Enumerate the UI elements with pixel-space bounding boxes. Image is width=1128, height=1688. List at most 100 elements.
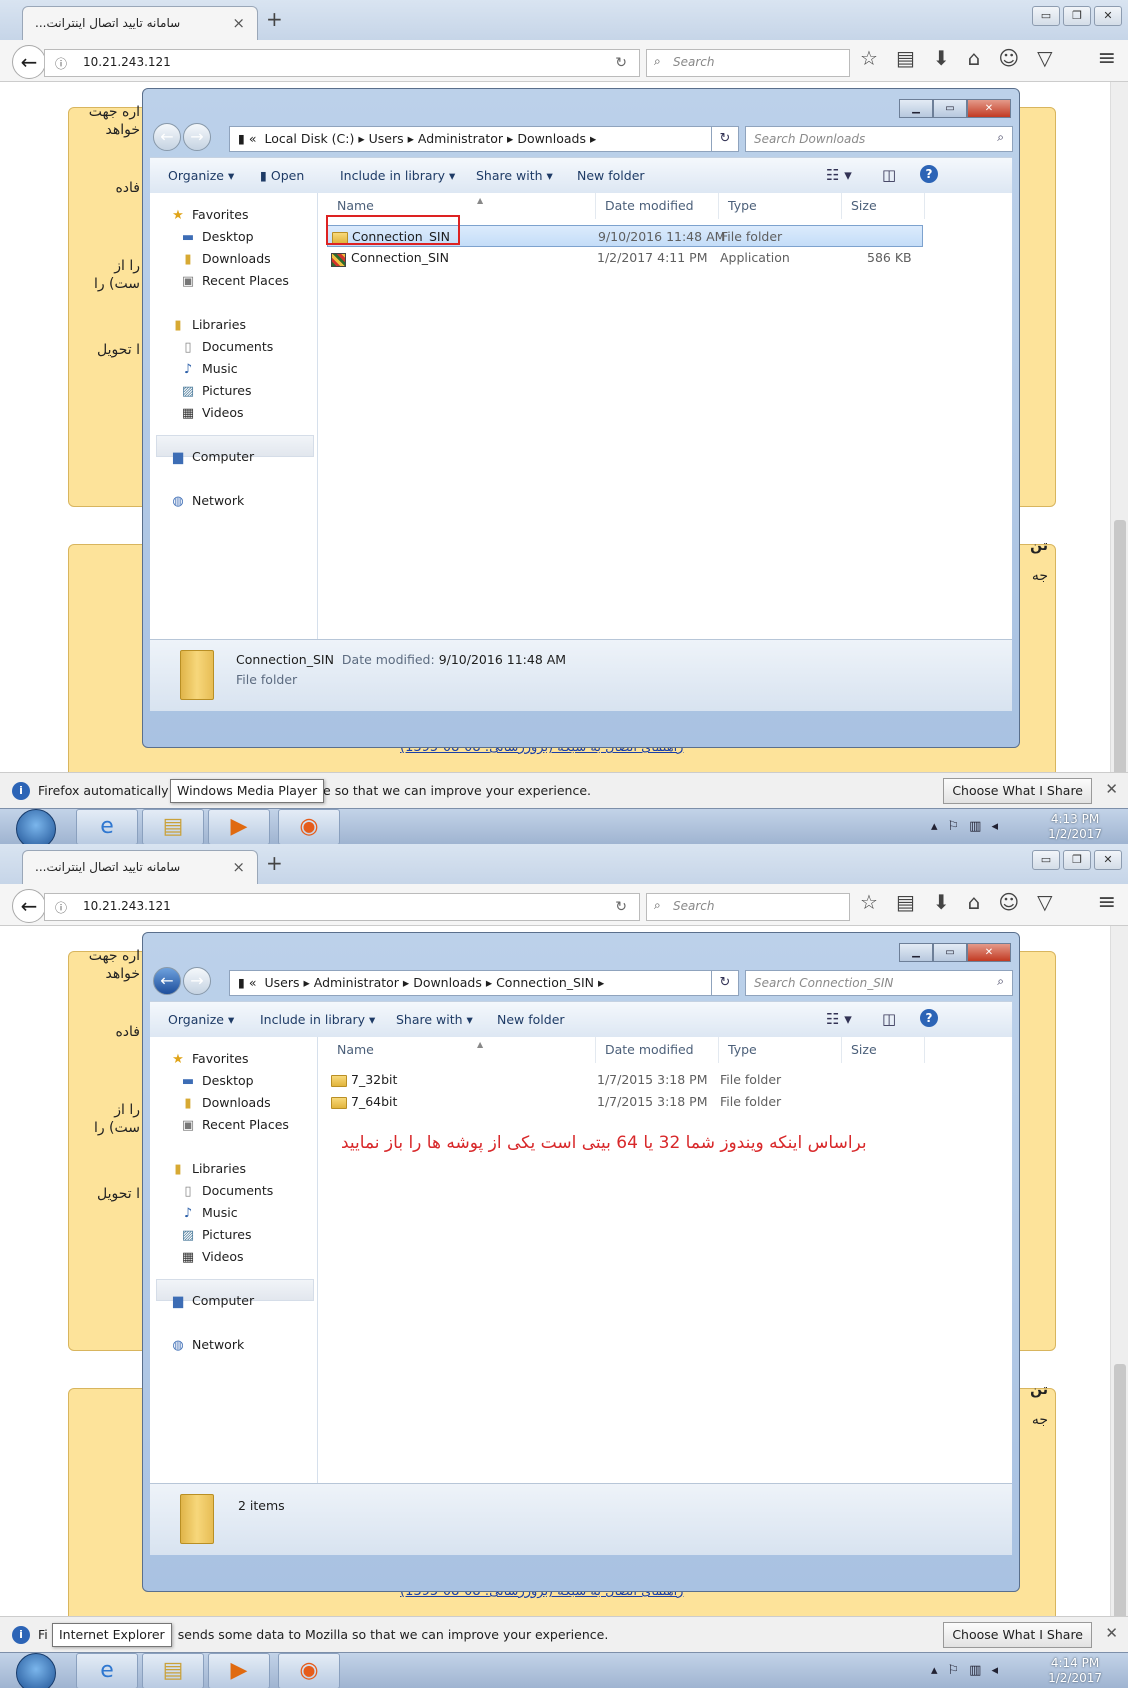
view-options-icon[interactable]: ☷ ▾ xyxy=(826,1010,852,1028)
explorer-maximize-button[interactable]: ▭ xyxy=(933,99,967,118)
choose-what-i-share-button[interactable]: Choose What I Share xyxy=(943,778,1092,804)
reading-list-icon[interactable]: ▤ xyxy=(896,890,915,914)
column-header-name[interactable]: Name ▲ xyxy=(337,1040,483,1057)
nav-desktop[interactable]: ▬ Desktop xyxy=(180,229,254,245)
system-tray-icons[interactable]: ▴⚐▥◂ xyxy=(931,1663,1008,1678)
nav-favorites[interactable]: ★ Favorites xyxy=(170,1051,248,1067)
nav-downloads[interactable]: ▮ Downloads xyxy=(180,251,270,267)
organize-button[interactable]: Organize ▾ xyxy=(168,1012,234,1027)
chat-icon[interactable]: ☺ xyxy=(998,46,1019,70)
breadcrumb-item[interactable]: Users xyxy=(369,131,404,146)
column-header-size[interactable]: Size xyxy=(851,198,877,213)
new-tab-icon[interactable]: + xyxy=(266,851,283,875)
help-icon[interactable]: ? xyxy=(920,165,938,183)
preview-pane-icon[interactable]: ◫ xyxy=(882,1010,896,1028)
taskbar-clock[interactable]: 4:14 PM 1/2/2017 xyxy=(1048,1656,1102,1686)
nav-computer[interactable]: ▆ Computer xyxy=(170,1293,254,1309)
download-icon[interactable]: ⬇ xyxy=(933,890,950,914)
breadcrumb-overflow[interactable]: « xyxy=(249,975,257,990)
column-divider[interactable] xyxy=(718,1037,719,1063)
nav-music[interactable]: ♪ Music xyxy=(180,361,238,377)
reading-list-icon[interactable]: ▤ xyxy=(896,46,915,70)
nav-downloads[interactable]: ▮ Downloads xyxy=(180,1095,270,1111)
breadcrumb-overflow[interactable]: « xyxy=(249,131,257,146)
nav-libraries[interactable]: ▮ Libraries xyxy=(170,317,246,333)
column-divider[interactable] xyxy=(924,1037,925,1063)
pocket-icon[interactable]: ▽ xyxy=(1037,46,1052,70)
view-options-icon[interactable]: ☷ ▾ xyxy=(826,166,852,184)
explorer-forward-button[interactable]: → xyxy=(183,967,211,995)
home-icon[interactable]: ⌂ xyxy=(968,890,981,914)
explorer-forward-button[interactable]: → xyxy=(183,123,211,151)
close-tab-icon[interactable]: × xyxy=(232,14,245,32)
column-divider[interactable] xyxy=(595,193,596,219)
open-button[interactable]: ▮ Open xyxy=(260,168,304,183)
internet-explorer-taskbar-icon[interactable]: e xyxy=(76,1653,138,1688)
nav-network[interactable]: ◍ Network xyxy=(170,493,244,509)
include-in-library-button[interactable]: Include in library ▾ xyxy=(340,168,455,183)
back-button[interactable]: ← xyxy=(12,45,46,79)
column-divider[interactable] xyxy=(841,1037,842,1063)
column-header-date[interactable]: Date modified xyxy=(605,198,694,213)
help-icon[interactable]: ? xyxy=(920,1009,938,1027)
file-row[interactable]: 7_32bit 1/7/2015 3:18 PM File folder xyxy=(327,1069,923,1091)
nav-documents[interactable]: ▯ Documents xyxy=(180,339,273,355)
breadcrumb-item[interactable]: Administrator xyxy=(314,975,399,990)
firefox-taskbar-icon[interactable]: ◉ xyxy=(278,1653,340,1688)
explorer-back-button[interactable]: ← xyxy=(153,123,181,151)
share-with-button[interactable]: Share with ▾ xyxy=(396,1012,473,1027)
nav-music[interactable]: ♪ Music xyxy=(180,1205,238,1221)
browser-tab[interactable]: ...سامانه تایید اتصال اینترانت × xyxy=(22,6,258,40)
download-icon[interactable]: ⬇ xyxy=(933,46,950,70)
preview-pane-icon[interactable]: ◫ xyxy=(882,166,896,184)
close-window-button[interactable]: ✕ xyxy=(1094,6,1122,26)
media-player-taskbar-icon[interactable]: ▶ xyxy=(208,1653,270,1688)
firefox-taskbar-icon[interactable]: ◉ xyxy=(278,809,340,844)
page-scrollbar[interactable] xyxy=(1110,926,1128,1664)
file-row[interactable]: 7_64bit 1/7/2015 3:18 PM File folder xyxy=(327,1091,923,1113)
column-header-date[interactable]: Date modified xyxy=(605,1042,694,1057)
bookmark-star-icon[interactable]: ☆ xyxy=(860,46,878,70)
search-input[interactable]: ⌕ Search xyxy=(646,893,850,921)
start-button[interactable] xyxy=(16,809,56,844)
column-divider[interactable] xyxy=(718,193,719,219)
explorer-minimize-button[interactable]: ▁ xyxy=(899,99,933,118)
nav-computer[interactable]: ▆ Computer xyxy=(170,449,254,465)
explorer-search-input[interactable]: Search Downloads ⌕ xyxy=(745,126,1013,152)
reload-icon[interactable]: ↻ xyxy=(615,55,627,71)
refresh-button[interactable]: ↻ xyxy=(711,970,739,996)
file-explorer-taskbar-icon[interactable]: ▤ xyxy=(142,809,204,844)
reload-icon[interactable]: ↻ xyxy=(615,899,627,915)
column-header-size[interactable]: Size xyxy=(851,1042,877,1057)
include-in-library-button[interactable]: Include in library ▾ xyxy=(260,1012,375,1027)
system-tray-icons[interactable]: ▴⚐▥◂ xyxy=(931,819,1008,834)
breadcrumb-item[interactable]: Connection_SIN xyxy=(496,975,594,990)
taskbar-clock[interactable]: 4:13 PM 1/2/2017 xyxy=(1048,812,1102,842)
share-with-button[interactable]: Share with ▾ xyxy=(476,168,553,183)
nav-desktop[interactable]: ▬ Desktop xyxy=(180,1073,254,1089)
close-window-button[interactable]: ✕ xyxy=(1094,850,1122,870)
nav-documents[interactable]: ▯ Documents xyxy=(180,1183,273,1199)
breadcrumb-item[interactable]: Downloads xyxy=(517,131,586,146)
hamburger-menu-icon[interactable]: ≡ xyxy=(1098,890,1116,915)
address-bar[interactable]: ▮ « Users ▸ Administrator ▸ Downloads ▸ … xyxy=(229,970,737,996)
explorer-close-button[interactable]: ✕ xyxy=(967,943,1011,962)
refresh-button[interactable]: ↻ xyxy=(711,126,739,152)
column-divider[interactable] xyxy=(924,193,925,219)
url-bar[interactable]: ⓘ 10.21.243.121 ↻ xyxy=(44,893,640,921)
nav-favorites[interactable]: ★ Favorites xyxy=(170,207,248,223)
info-icon[interactable]: ⓘ xyxy=(55,899,67,916)
nav-videos[interactable]: ▦ Videos xyxy=(180,1249,244,1265)
breadcrumb-item[interactable]: Administrator xyxy=(418,131,503,146)
nav-videos[interactable]: ▦ Videos xyxy=(180,405,244,421)
media-player-taskbar-icon[interactable]: ▶ xyxy=(208,809,270,844)
minimize-button[interactable]: ▭ xyxy=(1032,6,1060,26)
url-bar[interactable]: ⓘ 10.21.243.121 ↻ xyxy=(44,49,640,77)
file-row[interactable]: Connection_SIN 1/2/2017 4:11 PM Applicat… xyxy=(327,247,923,269)
nav-pictures[interactable]: ▨ Pictures xyxy=(180,1227,252,1243)
new-folder-button[interactable]: New folder xyxy=(577,168,645,183)
column-divider[interactable] xyxy=(841,193,842,219)
new-folder-button[interactable]: New folder xyxy=(497,1012,565,1027)
choose-what-i-share-button[interactable]: Choose What I Share xyxy=(943,1622,1092,1648)
explorer-minimize-button[interactable]: ▁ xyxy=(899,943,933,962)
